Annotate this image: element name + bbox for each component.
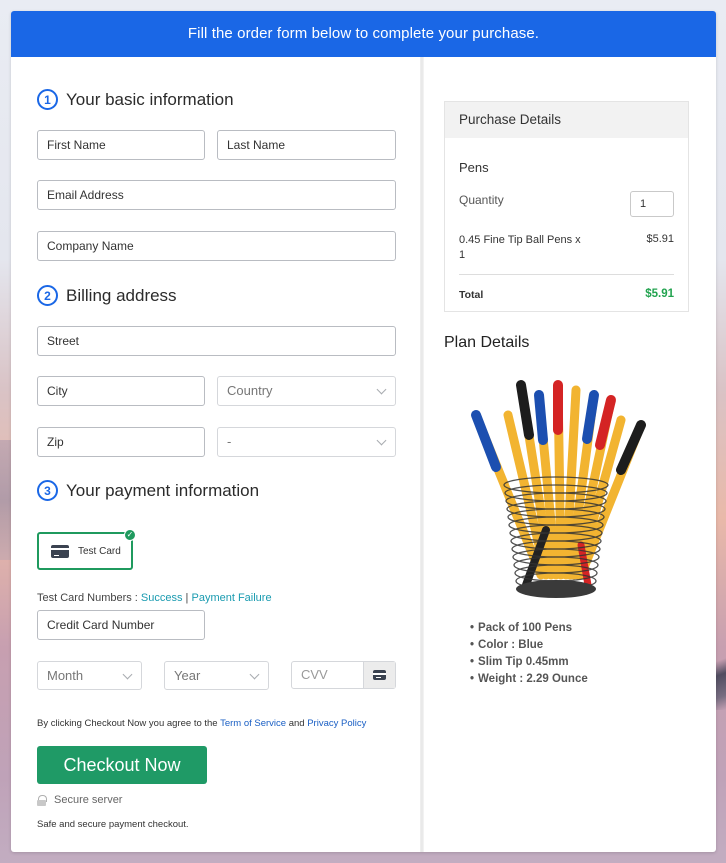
company-input[interactable]: Company Name (37, 231, 396, 261)
email-input[interactable]: Email Address (37, 180, 396, 210)
payment-method-label: Test Card (78, 545, 121, 557)
plan-features-list: Pack of 100 Pens Color : Blue Slim Tip 0… (470, 620, 588, 688)
section-title: Billing address (66, 285, 177, 305)
step-1-icon: 1 (37, 89, 58, 110)
year-select[interactable]: Year (164, 661, 269, 690)
country-select[interactable]: Country (217, 376, 396, 406)
purchase-details-box: Purchase Details Pens Quantity 1 0.45 Fi… (444, 101, 689, 312)
section-basic-info: 1 Your basic information (37, 89, 234, 110)
cup-base (516, 580, 596, 598)
feature-item: Weight : 2.29 Ounce (470, 671, 588, 688)
city-input[interactable]: City (37, 376, 205, 406)
agreement-and: and (286, 718, 308, 729)
secure-server-label: Secure server (54, 794, 123, 806)
feature-item: Slim Tip 0.45mm (470, 654, 588, 671)
year-select-value: Year (174, 668, 201, 683)
summary-divider (459, 274, 674, 275)
test-card-label: Test Card Numbers : (37, 592, 141, 604)
section-payment: 3 Your payment information (37, 480, 259, 501)
quantity-input[interactable]: 1 (630, 191, 674, 217)
chevron-down-icon (249, 669, 260, 680)
chevron-down-icon (376, 435, 387, 446)
terms-agreement: By clicking Checkout Now you agree to th… (37, 718, 366, 729)
zip-input[interactable]: Zip (37, 427, 205, 457)
feature-item: Pack of 100 Pens (470, 620, 588, 637)
credit-card-icon (51, 544, 69, 558)
secure-server: Secure server (37, 794, 122, 806)
safe-checkout-text: Safe and secure payment checkout. (37, 819, 189, 830)
credit-card-icon (373, 670, 386, 680)
total-label: Total (459, 289, 484, 301)
success-link[interactable]: Success (141, 592, 183, 604)
total-value: $5.91 (645, 288, 674, 300)
month-select[interactable]: Month (37, 661, 142, 690)
state-select[interactable]: - (217, 427, 396, 457)
plan-details-title: Plan Details (444, 334, 530, 351)
state-select-value: - (227, 434, 232, 449)
payment-failure-link[interactable]: Payment Failure (191, 592, 271, 604)
check-circle-icon: ✓ (124, 529, 136, 541)
checkout-now-button[interactable]: Checkout Now (37, 746, 207, 784)
card-number-input[interactable]: Credit Card Number (37, 610, 205, 640)
pen-holder-image (471, 380, 646, 598)
agreement-text: By clicking Checkout Now you agree to th… (37, 718, 221, 729)
step-2-icon: 2 (37, 285, 58, 306)
feature-item: Color : Blue (470, 637, 588, 654)
country-select-value: Country (227, 383, 273, 398)
form-banner: Fill the order form below to complete yo… (11, 11, 716, 57)
purchase-details-header: Purchase Details (445, 102, 688, 138)
month-select-value: Month (47, 668, 84, 683)
section-title: Your payment information (66, 480, 260, 500)
quantity-label: Quantity (459, 193, 504, 207)
product-name: Pens (459, 160, 489, 175)
first-name-input[interactable]: First Name (37, 130, 205, 160)
line-item-description: 0.45 Fine Tip Ball Pens x 1 (459, 234, 581, 261)
cvv-card-addon (363, 662, 395, 688)
line-item-price: $5.91 (646, 233, 674, 245)
test-card-numbers: Test Card Numbers : Success | Payment Fa… (37, 592, 272, 604)
last-name-input[interactable]: Last Name (217, 130, 396, 160)
section-title: Your basic information (66, 89, 234, 109)
chevron-down-icon (122, 669, 133, 680)
step-3-icon: 3 (37, 480, 58, 501)
street-input[interactable]: Street (37, 326, 396, 356)
terms-of-service-link[interactable]: Term of Service (220, 718, 286, 729)
lock-icon (37, 794, 47, 806)
cvv-input[interactable]: CVV (291, 661, 396, 689)
section-billing: 2 Billing address (37, 285, 177, 306)
cvv-placeholder: CVV (301, 667, 328, 682)
payment-method-test-card[interactable]: Test Card ✓ (37, 529, 136, 570)
chevron-down-icon (376, 384, 387, 395)
order-form-card: Fill the order form below to complete yo… (11, 11, 716, 852)
privacy-policy-link[interactable]: Privacy Policy (307, 718, 366, 729)
column-divider (420, 57, 424, 852)
